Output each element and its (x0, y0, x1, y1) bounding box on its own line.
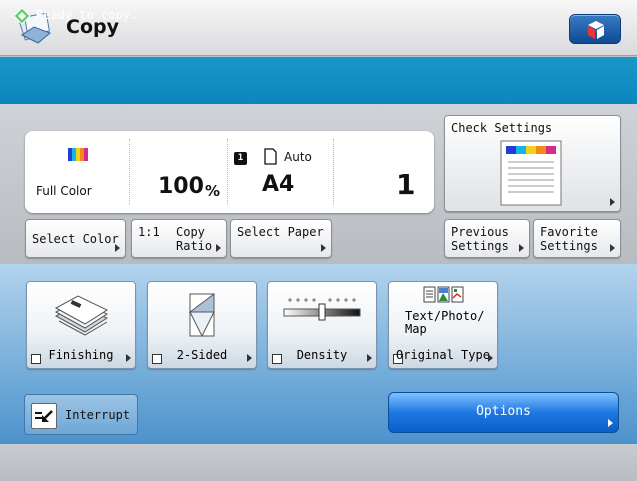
paper-sheet-icon (264, 148, 277, 165)
chevron-right-icon (115, 244, 120, 252)
ratio-preset-label: 1:1 (138, 225, 160, 239)
chevron-right-icon (126, 354, 131, 362)
divider (333, 139, 334, 205)
chevron-right-icon (608, 419, 613, 427)
divider (129, 139, 130, 205)
button-label: Previous Settings (451, 225, 509, 253)
interrupt-button[interactable]: Interrupt (24, 394, 138, 435)
original-type-value: Text/Photo/ Map (405, 309, 485, 336)
settings-summary-panel (25, 131, 434, 213)
interrupt-arrow-icon (31, 403, 57, 429)
copy-ratio-value: 100 (158, 174, 204, 199)
chevron-right-icon (519, 244, 524, 252)
function-label: Density (296, 348, 348, 362)
document-preview-icon (500, 140, 562, 206)
check-settings-button[interactable]: Check Settings (444, 115, 621, 212)
chevron-right-icon (367, 354, 372, 362)
button-label: Copy Ratio (176, 225, 213, 253)
button-label: Select Color (32, 232, 119, 246)
document-types-icon (423, 286, 464, 303)
box-icon (588, 21, 604, 39)
home-button[interactable] (569, 14, 621, 44)
diamond-status-icon (14, 8, 30, 24)
full-color-icon (68, 148, 88, 161)
button-label: Check Settings (451, 121, 553, 135)
chevron-right-icon (610, 198, 615, 206)
stack-of-paper-icon (54, 295, 109, 336)
function-label: Finishing (48, 348, 114, 362)
chevron-right-icon (216, 244, 221, 252)
chevron-right-icon (321, 244, 326, 252)
bottom-bar (0, 444, 637, 481)
button-label: Favorite Settings (540, 225, 598, 253)
chevron-right-icon (610, 244, 615, 252)
options-label: Options (476, 404, 531, 419)
chevron-right-icon (488, 354, 493, 362)
original-type-button[interactable]: Text/Photo/ Map Original Type (388, 281, 498, 369)
status-message: Ready to copy. (36, 8, 138, 22)
paper-mode-value: Auto (284, 150, 312, 164)
paper-drawer-badge: 1 (234, 152, 247, 165)
chevron-right-icon (247, 354, 252, 362)
options-button[interactable]: Options (388, 392, 619, 433)
interrupt-label: Interrupt (65, 408, 131, 422)
finishing-button[interactable]: Finishing (26, 281, 136, 369)
folded-page-icon (188, 293, 215, 338)
copies-value: 1 (396, 168, 416, 201)
select-paper-button[interactable]: Select Paper (230, 219, 332, 258)
status-bar (0, 57, 637, 104)
function-label: 2-Sided (176, 348, 228, 362)
select-color-button[interactable]: Select Color (25, 219, 126, 258)
button-label: Select Paper (237, 225, 324, 239)
paper-size-value: A4 (262, 172, 295, 197)
copy-ratio-unit: % (205, 182, 221, 200)
previous-settings-button[interactable]: Previous Settings (444, 219, 530, 258)
copy-ratio-button[interactable]: 1:1 Copy Ratio (131, 219, 227, 258)
divider (227, 139, 228, 205)
function-label: Original Type (396, 348, 490, 362)
two-sided-button[interactable]: 2-Sided (147, 281, 257, 369)
slider-icon (283, 298, 361, 321)
favorite-settings-button[interactable]: Favorite Settings (533, 219, 621, 258)
density-button[interactable]: Density (267, 281, 377, 369)
color-mode-value: Full Color (36, 184, 92, 198)
